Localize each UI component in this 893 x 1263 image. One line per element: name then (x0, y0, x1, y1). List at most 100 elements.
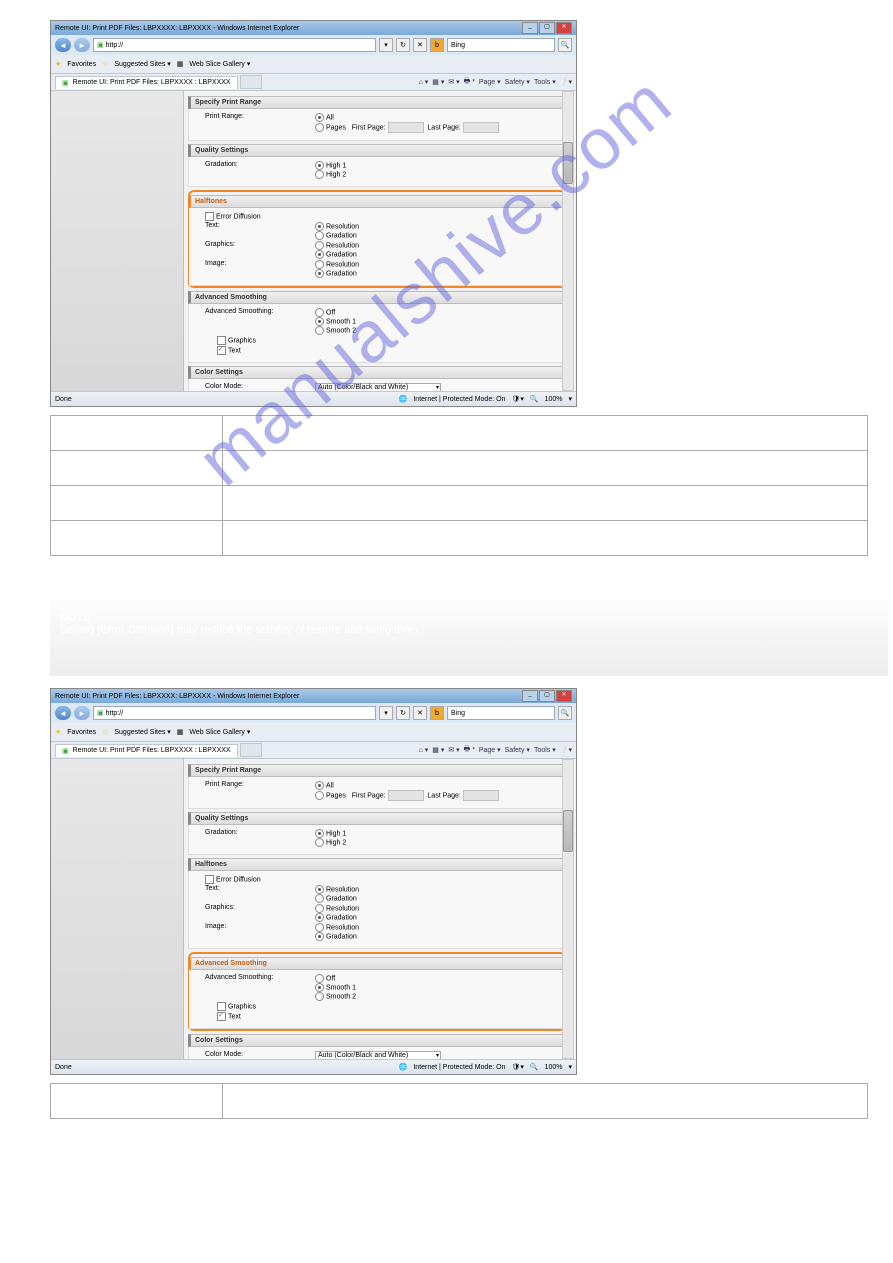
first-page-field[interactable] (388, 790, 424, 801)
chk-error-diffusion[interactable] (205, 212, 214, 221)
minimize-icon[interactable]: _ (522, 690, 538, 702)
back-icon[interactable]: ◄ (55, 38, 71, 52)
zoom-icon[interactable]: 🔍 (530, 395, 539, 403)
help-icon[interactable]: ❔▾ (560, 746, 572, 754)
radio-all[interactable] (315, 781, 324, 790)
favorites-star-icon[interactable]: ★ (55, 728, 61, 736)
dropdown-icon[interactable]: ▾ (379, 706, 393, 720)
radio-text-grad[interactable] (315, 894, 324, 903)
help-icon[interactable]: ❔▾ (560, 78, 572, 86)
search-field[interactable]: Bing (447, 706, 555, 720)
maximize-icon[interactable]: ▢ (539, 690, 555, 702)
feeds-icon[interactable]: ▦ ▾ (432, 746, 444, 754)
suggested-sites[interactable]: Suggested Sites ▾ (114, 60, 170, 68)
radio-img-res[interactable] (315, 923, 324, 932)
radio-all[interactable] (315, 113, 324, 122)
radio-high2[interactable] (315, 170, 324, 179)
color-mode-select[interactable]: Auto (Color/Black and White) (315, 383, 441, 391)
chk-text[interactable] (217, 346, 226, 355)
advanced-smoothing-description-table: [Advanced Smoothing]Smooth processing is… (50, 1083, 868, 1119)
mail-icon[interactable]: ✉ ▾ (448, 746, 459, 754)
dropdown-icon[interactable]: ▾ (379, 38, 393, 52)
radio-img-grad[interactable] (315, 269, 324, 278)
radio-gfx-grad[interactable] (315, 250, 324, 259)
search-provider-icon[interactable]: b (430, 706, 444, 720)
favorites-label[interactable]: Favorites (67, 61, 96, 68)
chk-text[interactable] (217, 1012, 226, 1021)
mail-icon[interactable]: ✉ ▾ (448, 78, 459, 86)
radio-img-res[interactable] (315, 260, 324, 269)
active-tab[interactable]: ▣Remote UI: Print PDF Files: LBPXXXX : L… (55, 744, 238, 757)
last-page-field[interactable] (463, 790, 499, 801)
home-icon[interactable]: ⌂ ▾ (419, 746, 429, 754)
radio-text-res[interactable] (315, 222, 324, 231)
radio-smooth-off[interactable] (315, 308, 324, 317)
forward-icon[interactable]: ► (74, 38, 90, 52)
address-field[interactable]: ▣http:// (93, 38, 376, 52)
zoom-icon[interactable]: 🔍 (530, 1063, 539, 1071)
radio-text-res[interactable] (315, 885, 324, 894)
first-page-field[interactable] (388, 122, 424, 133)
last-page-field[interactable] (463, 122, 499, 133)
safety-menu[interactable]: Safety ▾ (505, 746, 530, 754)
close-icon[interactable]: ✕ (556, 22, 572, 34)
web-slice-gallery[interactable]: Web Slice Gallery ▾ (189, 728, 250, 736)
radio-high1[interactable] (315, 161, 324, 170)
radio-smooth2[interactable] (315, 992, 324, 1001)
color-mode-select[interactable]: Auto (Color/Black and White) (315, 1051, 441, 1059)
search-provider-icon[interactable]: b (430, 38, 444, 52)
chk-error-diffusion[interactable] (205, 875, 214, 884)
favorites-label[interactable]: Favorites (67, 729, 96, 736)
print-icon[interactable]: 🖶 ▾ (464, 77, 475, 88)
scroll-thumb[interactable] (563, 142, 573, 184)
page-menu[interactable]: Page ▾ (479, 746, 501, 754)
radio-smooth1[interactable] (315, 983, 324, 992)
suggested-sites[interactable]: Suggested Sites ▾ (114, 728, 170, 736)
page-menu[interactable]: Page ▾ (479, 78, 501, 86)
scrollbar[interactable] (562, 759, 574, 1059)
stop-icon[interactable]: ✕ (413, 706, 427, 720)
print-icon[interactable]: 🖶 ▾ (464, 745, 475, 756)
radio-high2[interactable] (315, 838, 324, 847)
desc-advsmooth-value: Smooth processing is applied to edges of… (223, 1084, 868, 1119)
minimize-icon[interactable]: _ (522, 22, 538, 34)
forward-icon[interactable]: ► (74, 706, 90, 720)
close-icon[interactable]: ✕ (556, 690, 572, 702)
safety-menu[interactable]: Safety ▾ (505, 78, 530, 86)
radio-gfx-res[interactable] (315, 241, 324, 250)
tools-menu[interactable]: Tools ▾ (534, 78, 556, 86)
back-icon[interactable]: ◄ (55, 706, 71, 720)
halftones-highlight: Halftones Error Diffusion Text:Resolutio… (188, 190, 566, 288)
radio-text-grad[interactable] (315, 231, 324, 240)
chk-graphics[interactable] (217, 1002, 226, 1011)
scroll-thumb[interactable] (563, 810, 573, 852)
search-go-icon[interactable]: 🔍 (558, 38, 572, 52)
favorites-star-icon[interactable]: ★ (55, 60, 61, 68)
chk-graphics[interactable] (217, 336, 226, 345)
refresh-icon[interactable]: ↻ (396, 706, 410, 720)
scrollbar[interactable] (562, 91, 574, 391)
maximize-icon[interactable]: ▢ (539, 22, 555, 34)
home-icon[interactable]: ⌂ ▾ (419, 78, 429, 86)
radio-smooth-off[interactable] (315, 974, 324, 983)
tools-menu[interactable]: Tools ▾ (534, 746, 556, 754)
search-go-icon[interactable]: 🔍 (558, 706, 572, 720)
radio-gfx-grad[interactable] (315, 913, 324, 922)
tab-bar: ▣Remote UI: Print PDF Files: LBPXXXX : L… (51, 74, 576, 91)
address-field[interactable]: ▣http:// (93, 706, 376, 720)
radio-smooth1[interactable] (315, 317, 324, 326)
feeds-icon[interactable]: ▦ ▾ (432, 78, 444, 86)
new-tab-button[interactable] (240, 75, 262, 89)
stop-icon[interactable]: ✕ (413, 38, 427, 52)
radio-pages[interactable] (315, 791, 324, 800)
new-tab-button[interactable] (240, 743, 262, 757)
radio-smooth2[interactable] (315, 326, 324, 335)
radio-img-grad[interactable] (315, 932, 324, 941)
refresh-icon[interactable]: ↻ (396, 38, 410, 52)
radio-pages[interactable] (315, 123, 324, 132)
active-tab[interactable]: ▣Remote UI: Print PDF Files: LBPXXXX : L… (55, 76, 238, 89)
web-slice-gallery[interactable]: Web Slice Gallery ▾ (189, 60, 250, 68)
search-field[interactable]: Bing (447, 38, 555, 52)
radio-gfx-res[interactable] (315, 904, 324, 913)
radio-high1[interactable] (315, 829, 324, 838)
